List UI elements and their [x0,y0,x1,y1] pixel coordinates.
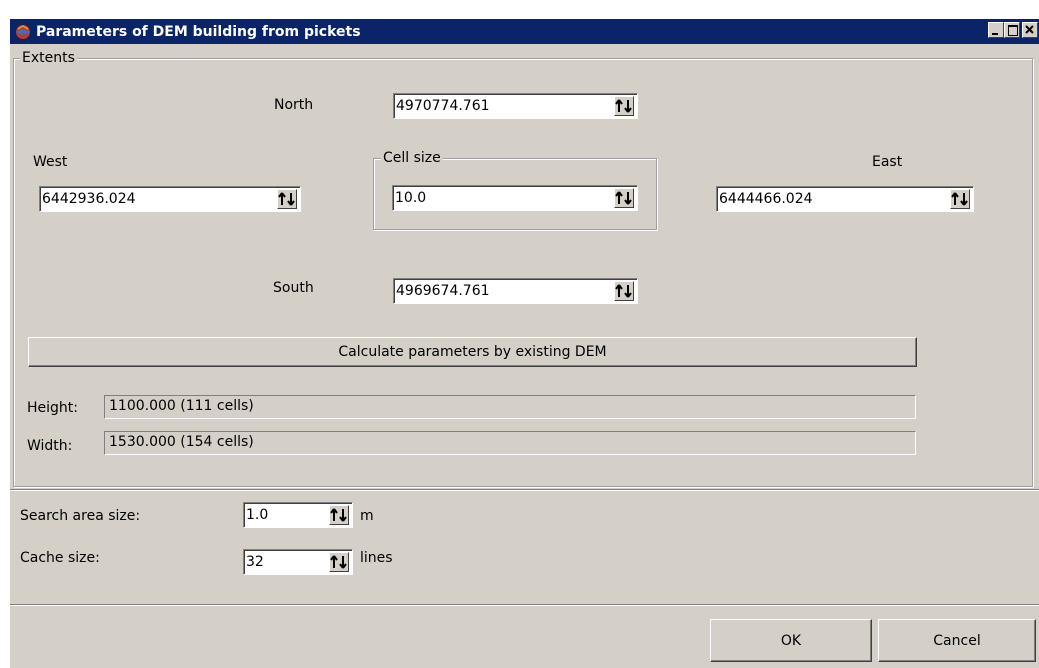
west-spin-button[interactable] [277,189,297,209]
south-spin-button[interactable] [614,281,634,301]
cache-size-spin-button[interactable] [329,552,349,572]
ok-button[interactable]: OK [710,619,872,662]
cache-size-label: Cache size: [20,550,100,566]
width-label: Width: [27,438,73,454]
dem-globe-icon [14,23,32,41]
title-bar[interactable]: Parameters of DEM building from pickets [10,19,1039,44]
spin-arrows-icon [278,192,295,206]
separator-bottom [10,604,1039,606]
extents-group [13,58,1033,487]
cache-size-unit: lines [360,550,393,566]
west-spinbox [39,186,301,212]
south-spinbox [393,278,638,304]
minimize-button[interactable] [988,22,1004,38]
north-spin-button[interactable] [614,96,634,116]
search-area-label: Search area size: [20,508,141,524]
calculate-parameters-button[interactable]: Calculate parameters by existing DEM [28,337,917,367]
search-area-spin-button[interactable] [329,505,349,525]
east-spinbox [716,186,974,212]
west-label: West [33,154,68,170]
north-spinbox [393,93,638,119]
spin-arrows-icon [615,284,632,298]
close-icon [1025,25,1034,34]
dialog-window: Parameters of DEM building from pickets … [9,18,1039,668]
window-title: Parameters of DEM building from pickets [36,23,361,40]
maximize-icon [1008,25,1018,36]
south-label: South [273,280,314,296]
west-input[interactable] [42,189,267,209]
east-input[interactable] [719,189,939,209]
width-value: 1530.000 (154 cells) [104,431,916,455]
cell-size-spin-button[interactable] [614,188,634,208]
cell-size-legend: Cell size [381,150,443,166]
search-area-spinbox [243,502,353,528]
search-area-unit: m [360,508,374,524]
spin-arrows-icon [330,508,347,522]
east-spin-button[interactable] [950,189,970,209]
cache-size-spinbox [243,549,353,575]
east-label: East [872,154,903,170]
search-area-input[interactable] [246,505,321,525]
minimize-icon [992,33,998,35]
cache-size-input[interactable] [246,552,321,572]
cancel-button[interactable]: Cancel [878,619,1036,662]
north-label: North [274,97,314,113]
height-value: 1100.000 (111 cells) [104,395,916,419]
north-input[interactable] [396,96,606,116]
separator-top [10,489,1039,491]
spin-arrows-icon [330,555,347,569]
south-input[interactable] [396,281,606,301]
close-button[interactable] [1022,22,1038,38]
spin-arrows-icon [951,192,968,206]
maximize-button[interactable] [1004,22,1020,38]
extents-legend: Extents [20,50,77,66]
cell-size-input[interactable] [395,188,605,208]
height-label: Height: [27,400,78,416]
title-buttons [988,22,1038,38]
spin-arrows-icon [615,191,632,205]
cell-size-spinbox [392,185,638,211]
spin-arrows-icon [615,99,632,113]
